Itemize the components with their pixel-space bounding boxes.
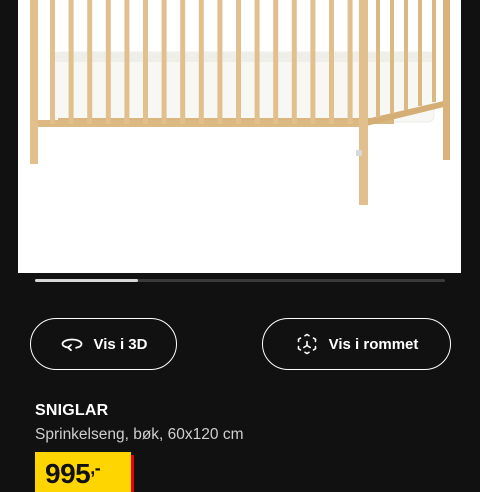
ar-cube-icon — [295, 332, 319, 356]
crib-slat — [161, 0, 167, 124]
crib-slat — [124, 0, 130, 124]
product-description: Sprinkelseng, bøk, 60x120 cm — [35, 426, 244, 443]
crib-slat — [347, 0, 353, 124]
view-in-room-button[interactable]: Vis i rommet — [262, 318, 451, 370]
view-in-room-label: Vis i rommet — [328, 335, 419, 353]
crib-slat — [310, 0, 316, 124]
crib-side-slat — [376, 0, 380, 118]
crib-side-slat — [432, 0, 436, 102]
crib-slat — [180, 0, 186, 124]
crib-slat — [217, 0, 223, 124]
price-amount: 995 — [45, 458, 91, 489]
price-value: 995,- — [45, 458, 101, 490]
crib-slat — [87, 0, 93, 124]
crib-slat — [236, 0, 241, 124]
view-3d-label: Vis i 3D — [93, 335, 148, 353]
view-3d-button[interactable]: Vis i 3D — [30, 318, 177, 370]
crib-slat — [273, 0, 279, 124]
crib-side-slat — [418, 0, 422, 106]
crib-slat — [143, 0, 148, 124]
carousel-progress-fill — [35, 279, 138, 282]
carousel-progress — [35, 279, 445, 282]
price-suffix: ,- — [90, 458, 101, 478]
crib-slat — [254, 0, 260, 124]
crib-side-slat — [390, 0, 394, 114]
crib-slat — [105, 0, 111, 124]
product-name[interactable]: SNIGLAR — [35, 402, 108, 420]
crib-slat — [291, 0, 297, 124]
crib-slat — [68, 0, 74, 124]
crib-slat — [198, 0, 204, 124]
product-image[interactable] — [18, 0, 461, 273]
price-badge: 995,- — [35, 452, 131, 492]
rotate-3d-icon — [60, 332, 84, 356]
crib-slat — [50, 0, 55, 124]
crib-illustration — [30, 0, 450, 205]
crib-side-slat — [404, 0, 408, 110]
crib-slat — [329, 0, 334, 124]
